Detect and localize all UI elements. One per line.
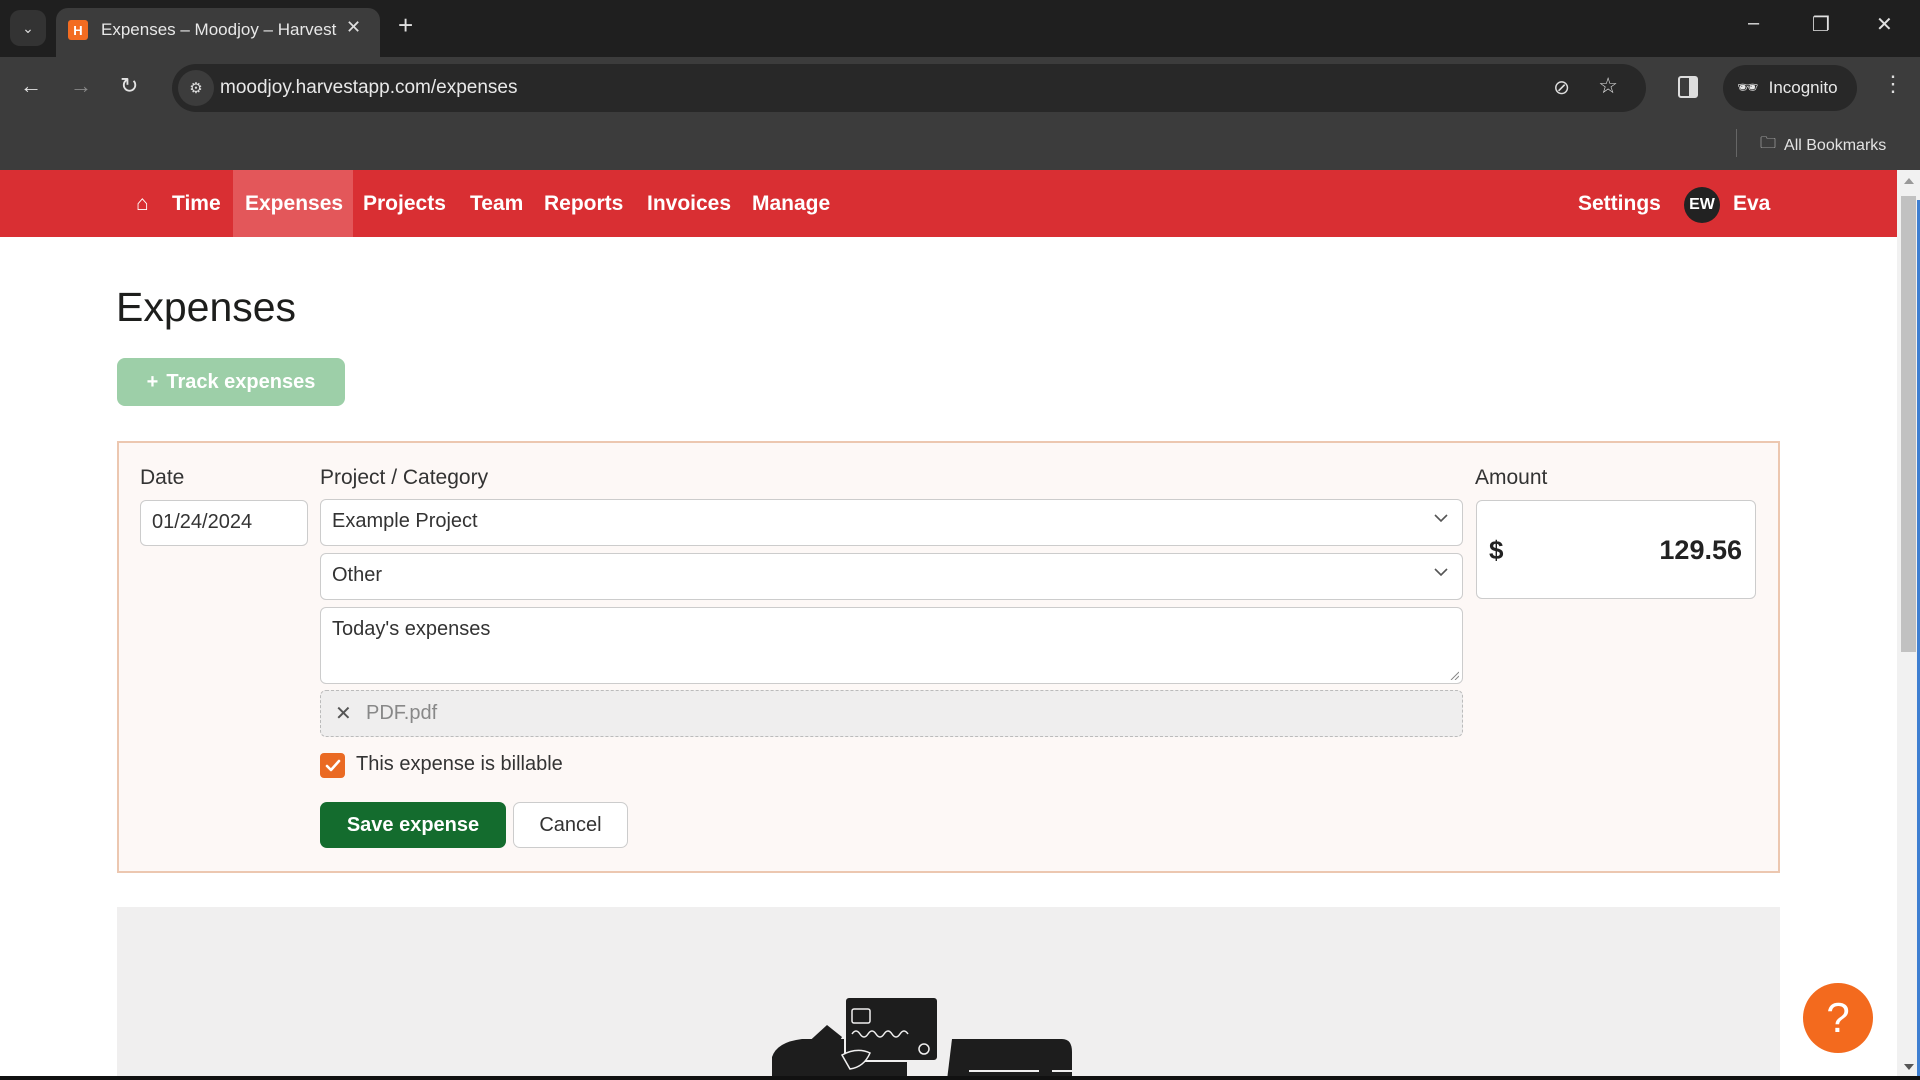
nav-item-projects[interactable]: Projects (351, 170, 458, 237)
bookmarks-divider (1736, 129, 1737, 157)
chevron-down-icon: ⌄ (22, 19, 34, 36)
browser-tab-bar: ⌄ H Expenses – Moodjoy – Harvest ✕ + – ❐… (0, 0, 1920, 57)
incognito-label: Incognito (1768, 78, 1838, 97)
empty-state-panel (117, 907, 1780, 1080)
resize-handle-icon[interactable] (1449, 670, 1459, 680)
notes-textarea[interactable]: Today's expenses (320, 607, 1463, 684)
restore-icon[interactable]: ❐ (1812, 12, 1830, 37)
project-select[interactable]: Example Project (320, 499, 1463, 546)
address-bar[interactable]: ⚙ moodjoy.harvestapp.com/expenses ⊘ ☆ (172, 64, 1646, 112)
notes-value: Today's expenses (332, 618, 491, 640)
browser-tab[interactable]: H Expenses – Moodjoy – Harvest ✕ (56, 8, 380, 57)
url-text[interactable]: moodjoy.harvestapp.com/expenses (220, 77, 517, 99)
new-tab-button[interactable]: + (398, 10, 413, 41)
all-bookmarks-button[interactable]: 🗀 All Bookmarks (1760, 132, 1886, 159)
minimize-icon[interactable]: – (1748, 12, 1759, 35)
scroll-up-arrow-icon[interactable] (1904, 178, 1914, 184)
checkmark-icon (325, 759, 340, 771)
attachment-box: ✕ PDF.pdf (320, 690, 1463, 737)
reload-icon[interactable]: ↻ (120, 73, 138, 99)
side-panel-icon[interactable] (1678, 76, 1698, 98)
date-input[interactable]: 01/24/2024 (140, 500, 308, 546)
plus-icon: + (146, 370, 159, 393)
user-name[interactable]: Eva (1721, 170, 1782, 237)
credit-card-hand-illustration (772, 997, 1072, 1080)
bookmarks-bar: 🗀 All Bookmarks (0, 120, 1920, 170)
incognito-button[interactable]: 🕶 Incognito (1723, 65, 1857, 111)
category-value: Other (332, 564, 383, 586)
browser-menu-icon[interactable]: ⋮ (1882, 71, 1904, 97)
remove-attachment-icon[interactable]: ✕ (335, 701, 352, 726)
avatar[interactable]: EW (1684, 187, 1720, 223)
nav-item-reports[interactable]: Reports (532, 170, 635, 237)
nav-item-settings[interactable]: Settings (1566, 170, 1673, 237)
category-select[interactable]: Other (320, 553, 1463, 600)
incognito-icon: 🕶 (1737, 78, 1759, 97)
tab-close-icon[interactable]: ✕ (346, 17, 361, 38)
question-mark-icon: ? (1826, 994, 1850, 1041)
site-info-icon[interactable]: ⚙ (178, 70, 214, 106)
window-bottom-edge (0, 1076, 1920, 1080)
folder-icon: 🗀 (1760, 135, 1777, 152)
chevron-down-icon (1434, 514, 1448, 523)
save-expense-button[interactable]: Save expense (320, 802, 506, 848)
nav-item-invoices[interactable]: Invoices (635, 170, 743, 237)
tab-title: Expenses – Moodjoy – Harvest (101, 20, 337, 39)
forward-icon[interactable]: → (70, 73, 92, 99)
amount-value: 129.56 (1659, 535, 1742, 565)
nav-item-time[interactable]: Time (160, 170, 233, 237)
attachment-filename: PDF.pdf (366, 702, 438, 724)
all-bookmarks-label: All Bookmarks (1784, 136, 1887, 154)
app-nav-bar: ⌂ Time Expenses Projects Team Reports In… (0, 170, 1897, 237)
tab-list-button[interactable]: ⌄ (10, 10, 46, 46)
chevron-down-icon (1434, 568, 1448, 577)
nav-item-manage[interactable]: Manage (740, 170, 842, 237)
page-scrollbar[interactable] (1897, 170, 1920, 1080)
eye-off-icon[interactable]: ⊘ (1553, 75, 1570, 100)
nav-item-expenses[interactable]: Expenses (233, 170, 353, 237)
window-close-icon[interactable]: ✕ (1876, 12, 1893, 37)
track-expenses-label: Track expenses (166, 370, 316, 393)
amount-label: Amount (1475, 466, 1548, 489)
project-category-label: Project / Category (320, 466, 489, 489)
track-expenses-button[interactable]: + Track expenses (117, 358, 345, 406)
billable-label[interactable]: This expense is billable (356, 753, 563, 776)
harvest-favicon-icon: H (68, 20, 88, 40)
page-title: Expenses (116, 284, 297, 330)
back-icon[interactable]: ← (20, 73, 42, 99)
scrollbar-thumb[interactable] (1901, 196, 1916, 652)
home-icon[interactable]: ⌂ (124, 170, 161, 237)
date-label: Date (140, 466, 185, 489)
bookmark-star-icon[interactable]: ☆ (1598, 73, 1618, 99)
amount-input[interactable]: $ 129.56 (1476, 500, 1756, 599)
nav-item-team[interactable]: Team (458, 170, 535, 237)
project-value: Example Project (332, 510, 478, 532)
billable-checkbox[interactable] (320, 753, 345, 778)
date-value: 01/24/2024 (152, 511, 253, 533)
help-button[interactable]: ? (1803, 983, 1873, 1053)
cancel-button[interactable]: Cancel (513, 802, 628, 848)
browser-toolbar: ← → ↻ ⚙ moodjoy.harvestapp.com/expenses … (0, 57, 1920, 120)
currency-symbol: $ (1489, 535, 1504, 565)
scroll-down-arrow-icon[interactable] (1904, 1064, 1914, 1070)
